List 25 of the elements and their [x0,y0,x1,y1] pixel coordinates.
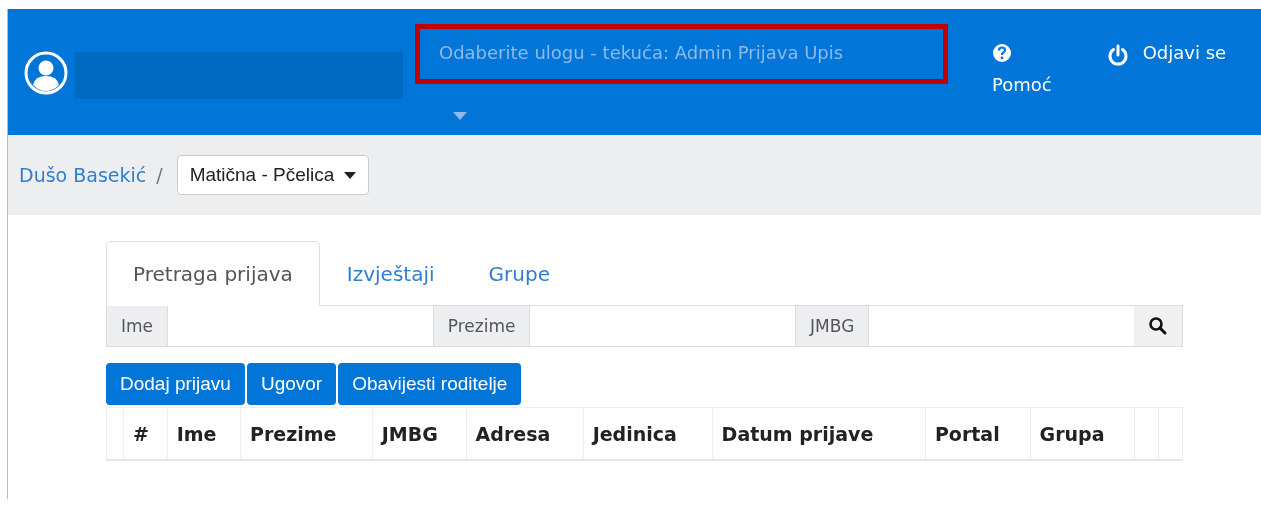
column-header: Ime [167,407,241,460]
column-header: JMBG [372,407,467,460]
action-button[interactable]: Ugovor [246,363,337,405]
column-header: Grupa [1030,407,1135,460]
user-avatar-icon [24,51,68,95]
caret-icon [453,112,467,120]
column-header: Portal [925,407,1031,460]
logout-link[interactable]: Odjavi se [1106,33,1227,73]
action-button[interactable]: Obavijesti roditelje [338,363,522,405]
help-link[interactable]: Pomoć [992,71,1052,99]
caret-icon [344,171,357,179]
action-button[interactable]: Dodaj prijavu [106,363,245,405]
column-header: # [123,407,168,460]
unit-dropdown[interactable]: Matična - Pčelica [176,155,370,195]
power-icon [1106,44,1129,66]
column-header: Datum prijave [712,407,926,460]
column-header: Prezime [240,407,373,460]
tab[interactable]: Izvještaji [319,241,462,306]
column-header: Adresa [466,407,584,460]
help-icon [992,43,1012,63]
breadcrumb-link[interactable]: Dušo Basekić [19,164,147,186]
tab[interactable]: Grupe [461,241,577,306]
breadcrumb-separator: / [156,164,163,186]
tab[interactable]: Pretraga prijava [106,241,320,306]
column-header: Jedinica [583,407,713,460]
